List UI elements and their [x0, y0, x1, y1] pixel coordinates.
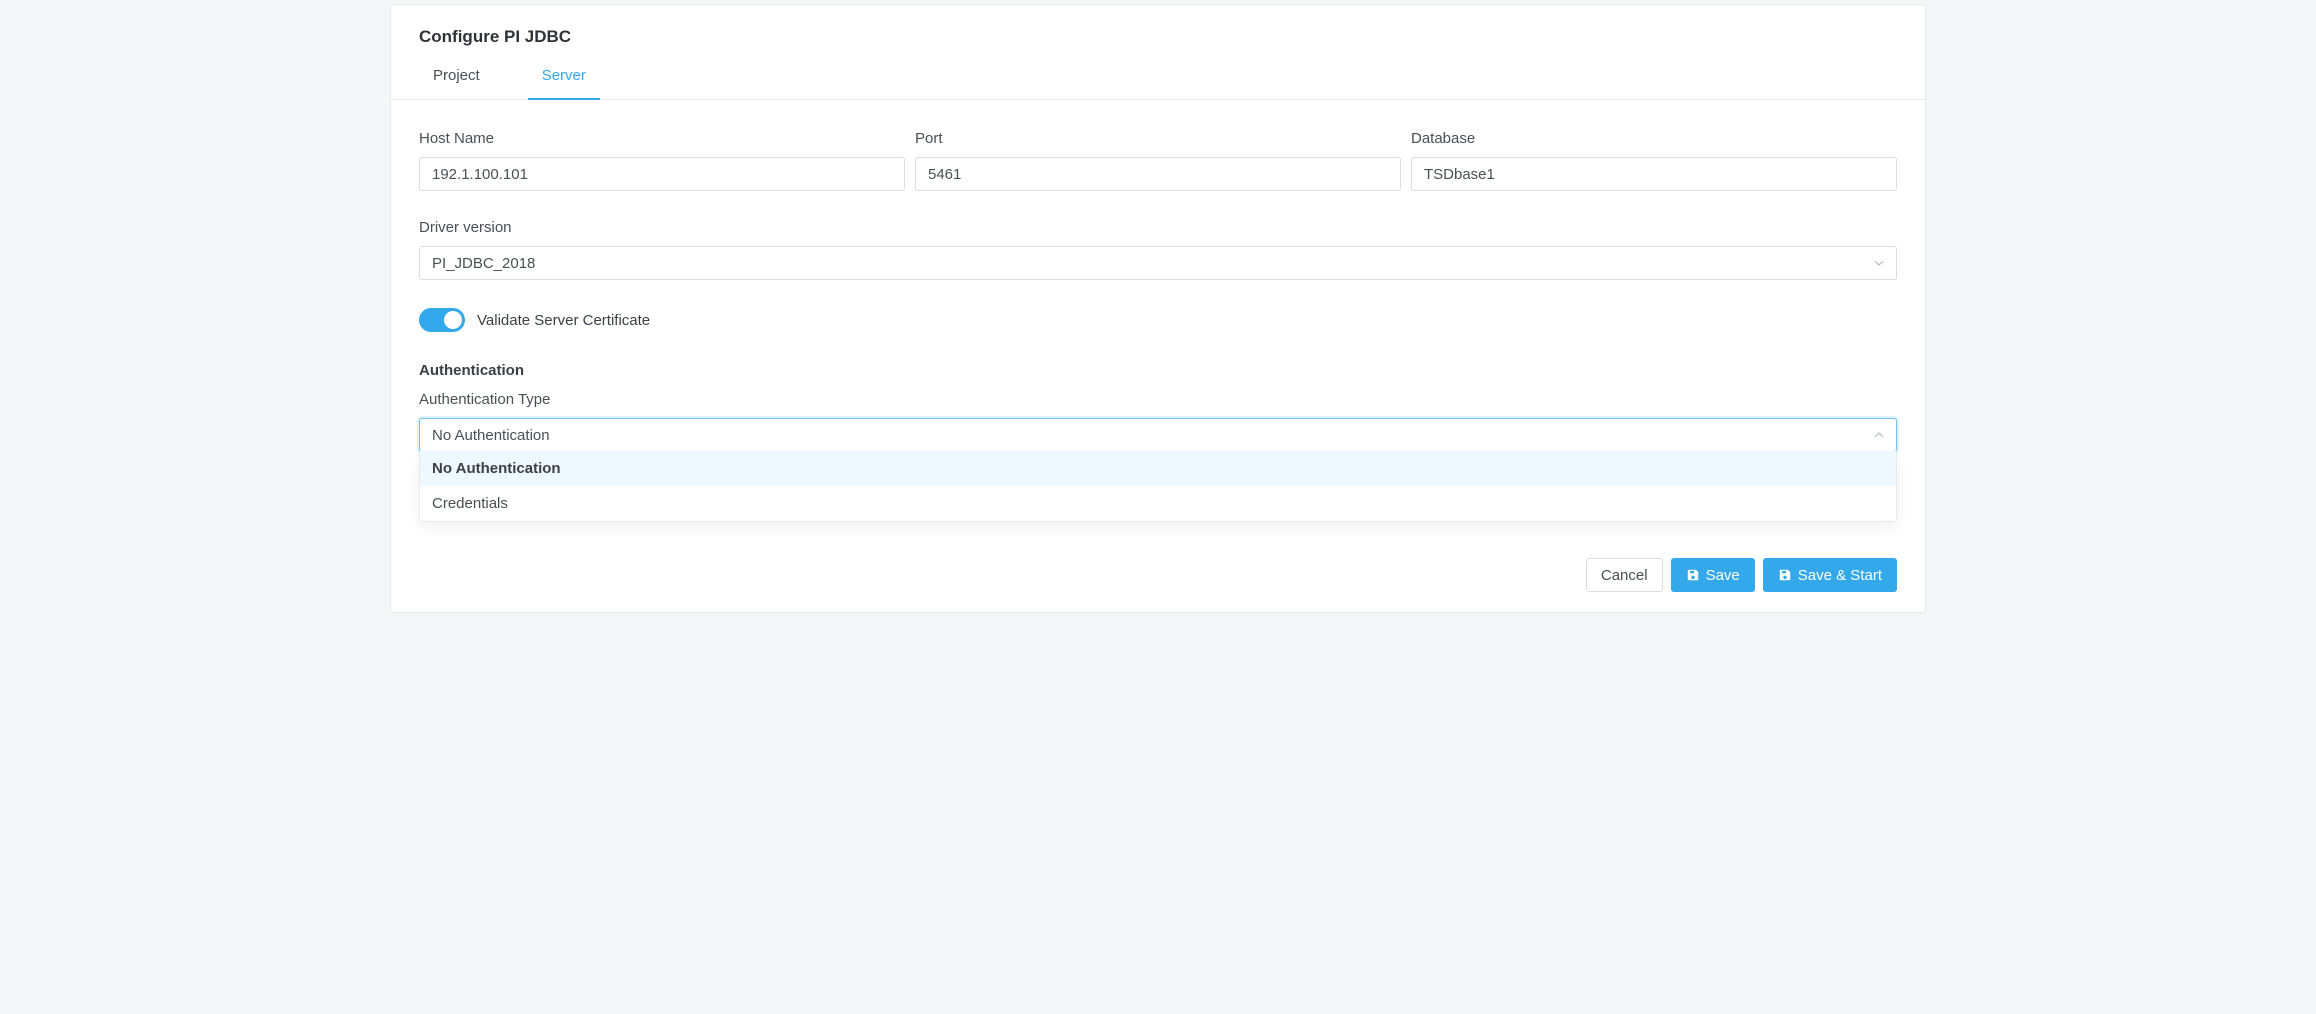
port-input[interactable] [915, 157, 1401, 191]
footer-actions: Cancel Save Save & Start [419, 558, 1897, 592]
validate-cert-row: Validate Server Certificate [419, 308, 1897, 332]
save-start-button[interactable]: Save & Start [1763, 558, 1897, 592]
tabs: Project Server [391, 59, 1925, 100]
cancel-label: Cancel [1601, 567, 1648, 584]
tab-server[interactable]: Server [528, 59, 600, 100]
save-icon [1778, 568, 1792, 582]
validate-cert-label: Validate Server Certificate [477, 312, 650, 329]
card-header: Configure PI JDBC [391, 5, 1925, 47]
field-driver: Driver version PI_JDBC_2018 [419, 219, 1897, 280]
configure-card: Configure PI JDBC Project Server Host Na… [390, 4, 1926, 613]
auth-section-title: Authentication [419, 362, 1897, 379]
save-start-label: Save & Start [1798, 567, 1882, 584]
chevron-up-icon [1874, 430, 1884, 440]
host-input[interactable] [419, 157, 905, 191]
field-port: Port [915, 130, 1401, 191]
save-icon [1686, 568, 1700, 582]
port-label: Port [915, 130, 1401, 147]
database-input[interactable] [1411, 157, 1897, 191]
driver-select[interactable]: PI_JDBC_2018 [419, 246, 1897, 280]
auth-option-credentials[interactable]: Credentials [420, 486, 1896, 521]
auth-type-value: No Authentication [432, 427, 550, 444]
driver-label: Driver version [419, 219, 1897, 236]
save-label: Save [1706, 567, 1740, 584]
card-title: Configure PI JDBC [419, 27, 1897, 47]
database-label: Database [1411, 130, 1897, 147]
cancel-button[interactable]: Cancel [1586, 558, 1663, 592]
auth-type-dropdown: No Authentication Credentials [419, 451, 1897, 522]
auth-type-label: Authentication Type [419, 391, 1897, 408]
save-button[interactable]: Save [1671, 558, 1755, 592]
validate-cert-toggle[interactable] [419, 308, 465, 332]
card-body: Host Name Port Database Driver version P… [391, 100, 1925, 612]
auth-option-no-auth[interactable]: No Authentication [420, 451, 1896, 486]
field-host: Host Name [419, 130, 905, 191]
chevron-down-icon [1874, 258, 1884, 268]
field-database: Database [1411, 130, 1897, 191]
toggle-knob [444, 311, 462, 329]
tab-project[interactable]: Project [419, 59, 494, 100]
auth-type-select[interactable]: No Authentication [419, 418, 1897, 452]
row-connection: Host Name Port Database [419, 130, 1897, 191]
driver-value: PI_JDBC_2018 [432, 255, 535, 272]
host-label: Host Name [419, 130, 905, 147]
